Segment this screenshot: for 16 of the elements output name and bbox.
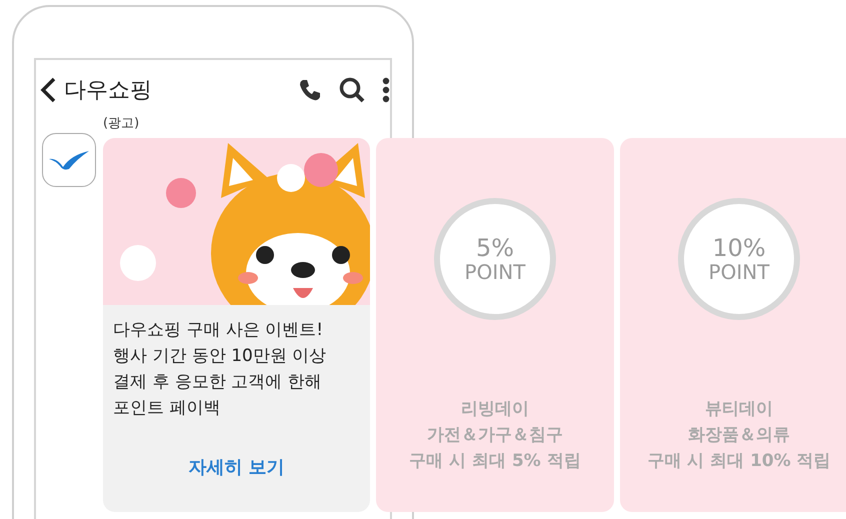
ad-label: (광고) bbox=[103, 115, 140, 133]
search-icon[interactable] bbox=[338, 76, 366, 104]
point-unit: POINT bbox=[464, 261, 526, 284]
back-icon[interactable] bbox=[40, 77, 56, 103]
point-percent: 5% bbox=[476, 234, 514, 262]
checkmark-logo-icon bbox=[47, 149, 91, 171]
point-unit: POINT bbox=[708, 261, 770, 284]
point-percent: 10% bbox=[712, 234, 766, 262]
phone-icon[interactable] bbox=[298, 78, 322, 102]
profile-avatar[interactable] bbox=[42, 133, 96, 187]
chat-title: 다우쇼핑 bbox=[64, 76, 153, 104]
details-link[interactable]: 자세히 보기 bbox=[188, 454, 285, 481]
more-icon[interactable] bbox=[382, 77, 390, 103]
promo-description: 뷰티데이 화장품＆의류 구매 시 최대 10% 적립 bbox=[647, 398, 831, 473]
promo-description: 리빙데이 가전＆가구＆침구 구매 시 최대 5% 적립 bbox=[409, 398, 581, 473]
ad-message-text: 다우쇼핑 구매 사은 이벤트! 행사 기간 동안 10만원 이상 결제 후 응모한 고객에 한해 포인트 페이백 bbox=[112, 319, 328, 420]
